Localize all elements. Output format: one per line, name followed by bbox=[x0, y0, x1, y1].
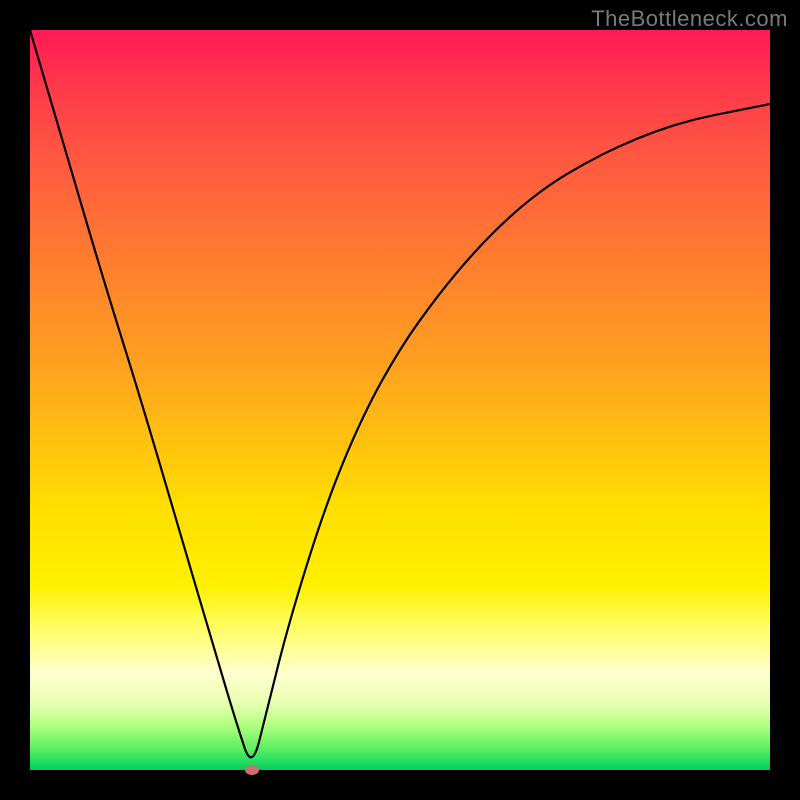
curve-svg bbox=[30, 30, 770, 770]
bottleneck-curve bbox=[30, 30, 770, 757]
watermark-text: TheBottleneck.com bbox=[591, 6, 788, 32]
optimal-point-marker bbox=[245, 765, 259, 775]
chart-frame: TheBottleneck.com bbox=[0, 0, 800, 800]
plot-area bbox=[30, 30, 770, 770]
